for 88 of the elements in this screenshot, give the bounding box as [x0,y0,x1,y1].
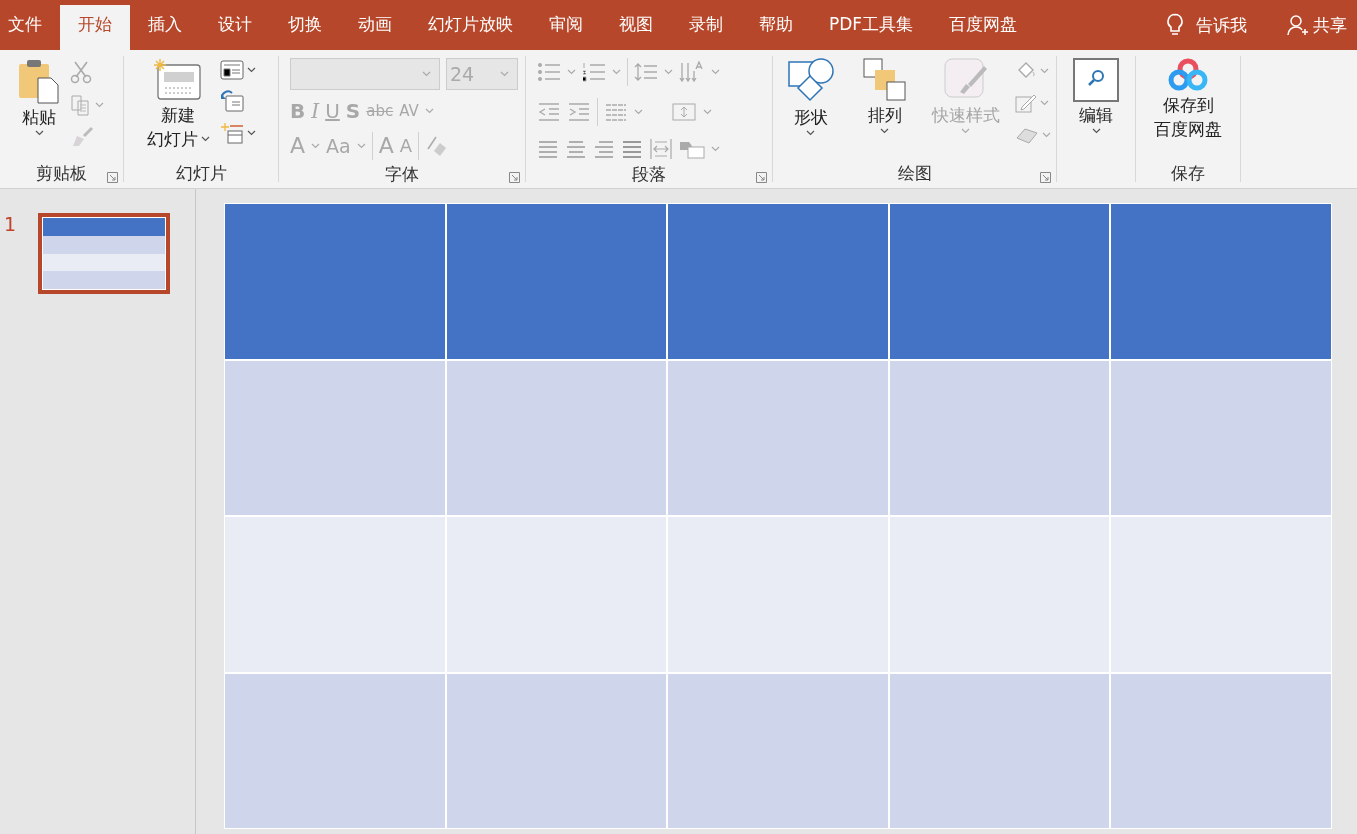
new-slide-icon [153,58,203,102]
table-cell[interactable] [668,673,888,828]
table-cell[interactable] [1111,517,1331,672]
shapes-icon [787,58,834,104]
drawing-button[interactable]: 形状 [778,58,843,136]
table-cell[interactable] [889,204,1110,359]
menu-tab[interactable]: 百度网盘 [931,5,1036,50]
table-cell[interactable] [1111,360,1331,515]
caret-icon[interactable] [246,67,256,73]
menu-tab[interactable]: 录制 [671,5,741,50]
caret-icon[interactable] [1091,128,1101,134]
align-right-icon[interactable] [593,139,615,159]
align-center-icon[interactable] [565,139,587,159]
slide-number: 1 [4,213,17,235]
dialog-launcher-icon[interactable] [756,172,767,183]
table-cell[interactable] [668,360,888,515]
reset-slide-icon[interactable] [219,90,244,112]
menu-tab[interactable]: PDF工具集 [811,5,932,50]
table-cell[interactable] [225,204,445,359]
person-icon [1287,14,1309,36]
align-left-icon[interactable] [537,139,559,159]
group-label: 幻灯片 [175,161,227,185]
paste-button[interactable]: 粘贴 [18,58,60,136]
table-cell[interactable] [1111,673,1331,828]
justify-icon[interactable] [621,139,643,159]
arrange-icon [862,58,907,102]
share-button[interactable]: 共享 [1287,13,1347,37]
decrease-indent-icon[interactable] [537,102,561,122]
search-icon [1073,58,1119,102]
group-label: 剪贴板 [35,161,87,185]
dialog-launcher-icon[interactable] [509,172,520,183]
slide-thumbnail[interactable] [38,213,171,294]
tell-me-field[interactable]: 告诉我 [1196,13,1247,37]
section-icon[interactable] [219,122,244,144]
cloud-logo-icon [1168,58,1208,92]
align-text-icon[interactable] [671,101,697,123]
drawing-button[interactable]: 排列 [852,58,917,134]
menu-tab[interactable]: 审阅 [531,5,601,50]
caret-icon[interactable] [246,130,256,136]
dialog-launcher-icon[interactable] [1040,172,1051,183]
group-label: 段落 [632,162,666,186]
columns-icon[interactable] [604,102,628,122]
editing-button[interactable]: 编辑 [1073,58,1119,134]
font-name-dropdown[interactable] [290,58,440,90]
lightbulb-icon[interactable] [1166,13,1184,37]
group-label: 绘图 [897,161,932,185]
group-label: 保存 [1171,161,1205,185]
menu-tab[interactable]: 开始 [60,5,130,50]
paintbrush-icon[interactable] [70,126,94,148]
table-cell[interactable] [668,204,888,359]
new-slide-button[interactable]: 新建 幻灯片 [146,58,210,150]
menu-tab[interactable]: 帮助 [741,5,811,50]
table-cell[interactable] [889,360,1110,515]
line-spacing-icon[interactable] [634,62,658,82]
table-cell[interactable] [1111,204,1331,359]
table-cell[interactable] [446,673,667,828]
numbering-icon[interactable] [582,62,606,82]
smartart-icon[interactable] [679,139,705,159]
menu-tab[interactable]: 文件 [0,5,60,50]
caret-icon[interactable] [200,136,210,142]
copy-icon[interactable] [70,94,92,116]
group-label: 字体 [385,162,419,186]
increase-indent-icon[interactable] [567,102,591,122]
distributed-icon[interactable] [649,138,673,160]
clipboard-icon [18,58,60,104]
menu-tab[interactable]: 切换 [270,5,340,50]
caret-icon[interactable] [806,130,815,136]
menu-tab[interactable]: 视图 [601,5,671,50]
menu-tab[interactable]: 幻灯片放映 [410,5,531,50]
bullets-icon[interactable] [537,62,561,82]
caret-icon[interactable] [880,128,889,134]
menu-tab[interactable]: 插入 [130,5,200,50]
menu-tab[interactable]: 设计 [200,5,270,50]
table-cell[interactable] [446,360,667,515]
table-cell[interactable] [446,204,667,359]
scissors-icon[interactable] [70,60,92,84]
save-to-cloud-button[interactable]: 保存到 百度网盘 [1154,58,1222,140]
menu-tab[interactable]: 动画 [340,5,410,50]
pencil-icon[interactable] [1014,92,1037,114]
eraser-icon[interactable] [425,135,448,157]
table-cell[interactable] [889,673,1110,828]
layout-icon[interactable] [219,60,244,80]
dialog-launcher-icon[interactable] [107,172,118,183]
text-direction-icon[interactable] [679,61,705,83]
table-cell[interactable] [225,517,445,672]
table-cell[interactable] [225,360,445,515]
table-cell[interactable] [225,673,445,828]
caret-icon[interactable] [34,130,44,136]
